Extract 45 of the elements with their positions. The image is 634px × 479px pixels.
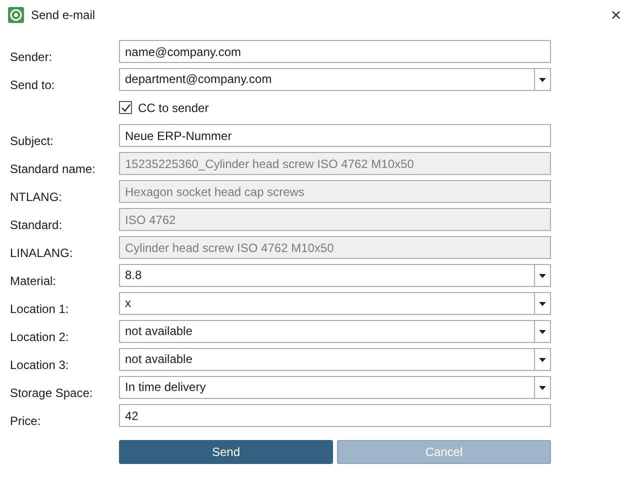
- input-field[interactable]: Cylinder head screw ISO 4762 M10x50: [119, 236, 551, 259]
- field-label: Standard name:: [10, 162, 96, 176]
- caret-icon: [539, 330, 546, 334]
- dropdown-value: department@company.com: [124, 71, 273, 88]
- dropdown-value: not available: [124, 351, 194, 368]
- window-title: Send e-mail: [31, 7, 96, 24]
- field-label: Location 1:: [10, 302, 69, 316]
- caret-icon: [539, 78, 546, 82]
- field-label: Send to:: [10, 78, 55, 92]
- dropdown[interactable]: not available: [119, 348, 551, 371]
- app-logo-icon: [8, 7, 24, 23]
- field-label: Standard:: [10, 218, 62, 232]
- field-label: Location 3:: [10, 358, 69, 372]
- field-label: Location 2:: [10, 330, 69, 344]
- dropdown-value: 8.8: [124, 267, 143, 284]
- dropdown[interactable]: x: [119, 292, 551, 315]
- caret-icon: [539, 386, 546, 390]
- dropdown[interactable]: In time delivery: [119, 376, 551, 399]
- dropdown-value: In time delivery: [124, 379, 207, 396]
- dropdown[interactable]: department@company.com: [119, 68, 551, 91]
- field-label: LINALANG:: [10, 246, 73, 260]
- input-field[interactable]: 42: [119, 404, 551, 427]
- dropdown[interactable]: not available: [119, 320, 551, 343]
- field-label: Price:: [10, 414, 41, 428]
- dropdown-value: x: [124, 295, 132, 312]
- dropdown-value: not available: [124, 323, 194, 340]
- field-label: Sender:: [10, 50, 52, 64]
- field-label: Storage Space:: [10, 386, 93, 400]
- input-field[interactable]: Hexagon socket head cap screws: [119, 180, 551, 203]
- input-field[interactable]: 15235225360_Cylinder head screw ISO 4762 M10x50: [119, 152, 551, 175]
- input-field[interactable]: Neue ERP-Nummer: [119, 124, 551, 147]
- field-label: Material:: [10, 274, 56, 288]
- dropdown[interactable]: 8.8: [119, 264, 551, 287]
- input-field[interactable]: ISO 4762: [119, 208, 551, 231]
- field-label: Subject:: [10, 134, 54, 148]
- field-label: NTLANG:: [10, 190, 62, 204]
- close-button[interactable]: ×: [604, 3, 628, 27]
- caret-icon: [539, 302, 546, 306]
- send-button[interactable]: Send: [119, 440, 333, 464]
- caret-icon: [539, 274, 546, 278]
- check-icon: [120, 102, 130, 112]
- checkbox[interactable]: [119, 101, 132, 114]
- caret-icon: [539, 358, 546, 362]
- input-field[interactable]: name@company.com: [119, 40, 551, 63]
- checkbox-label: CC to sender: [138, 100, 209, 116]
